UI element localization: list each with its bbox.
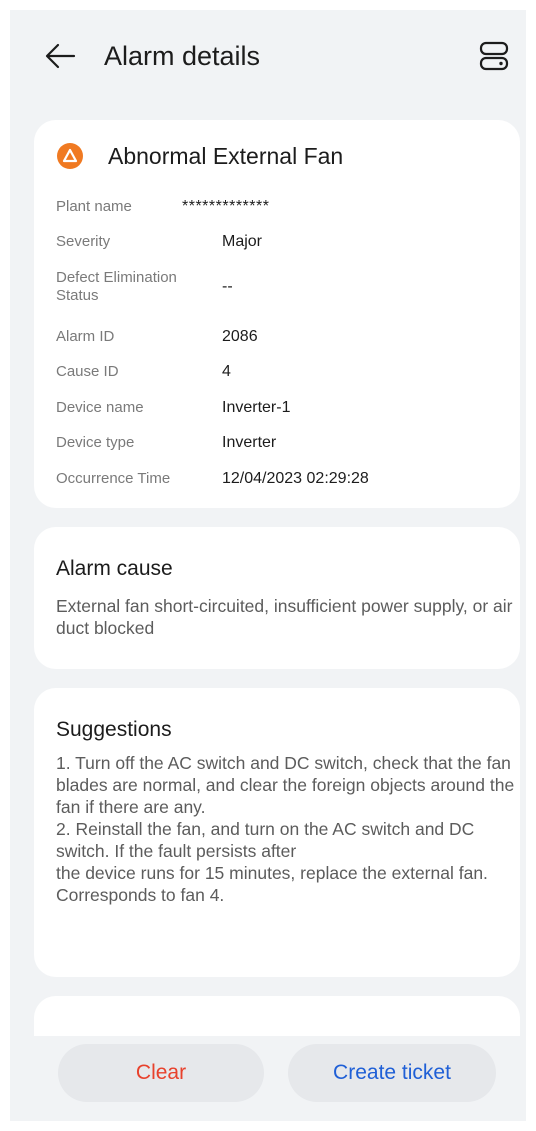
field-label: Alarm ID bbox=[56, 328, 115, 345]
field-label: Device name bbox=[56, 399, 144, 416]
suggestions-card: Suggestions 1. Turn off the AC switch an… bbox=[34, 688, 520, 977]
stacked-panels-icon bbox=[479, 41, 509, 71]
alarm-details-screen: Alarm details Abnormal External Fan Plan… bbox=[10, 10, 526, 1121]
field-value: Inverter bbox=[222, 434, 277, 451]
field-value: 2086 bbox=[222, 328, 258, 345]
suggestions-text: 1. Turn off the AC switch and DC switch,… bbox=[56, 753, 515, 905]
field-label: Occurrence Time bbox=[56, 470, 171, 487]
alarm-cause-text: External fan short-circuited, insufficie… bbox=[56, 596, 513, 638]
alarm-title-row: Abnormal External Fan bbox=[56, 140, 343, 172]
field-label: Cause ID bbox=[56, 363, 119, 380]
alarm-cause-title: Alarm cause bbox=[56, 557, 173, 580]
suggestions-title: Suggestions bbox=[56, 718, 172, 741]
next-card-partial bbox=[34, 996, 520, 1036]
clear-button[interactable]: Clear bbox=[58, 1044, 264, 1102]
field-label: Severity bbox=[56, 233, 111, 250]
field-value: Major bbox=[222, 233, 263, 250]
field-value: ************* bbox=[182, 198, 270, 215]
alarm-info-card: Abnormal External Fan Plant name *******… bbox=[34, 120, 520, 508]
warning-triangle-icon bbox=[57, 143, 83, 169]
back-button[interactable] bbox=[40, 36, 80, 76]
arrow-left-icon bbox=[45, 43, 76, 69]
field-label: Device type bbox=[56, 434, 135, 451]
alarm-cause-card: Alarm cause External fan short-circuited… bbox=[34, 527, 520, 669]
create-ticket-button[interactable]: Create ticket bbox=[288, 1044, 496, 1102]
more-options-button[interactable] bbox=[476, 38, 512, 74]
field-value: Inverter-1 bbox=[222, 399, 291, 416]
field-label: Plant name bbox=[56, 198, 132, 215]
field-value: 12/04/2023 02:29:28 bbox=[222, 470, 369, 487]
alarm-name: Abnormal External Fan bbox=[108, 143, 344, 169]
field-value: -- bbox=[222, 278, 233, 295]
field-label: Defect Elimination Status bbox=[56, 269, 177, 304]
page-title: Alarm details bbox=[104, 41, 261, 71]
header-bar: Alarm details bbox=[10, 10, 526, 102]
field-value: 4 bbox=[222, 363, 231, 380]
